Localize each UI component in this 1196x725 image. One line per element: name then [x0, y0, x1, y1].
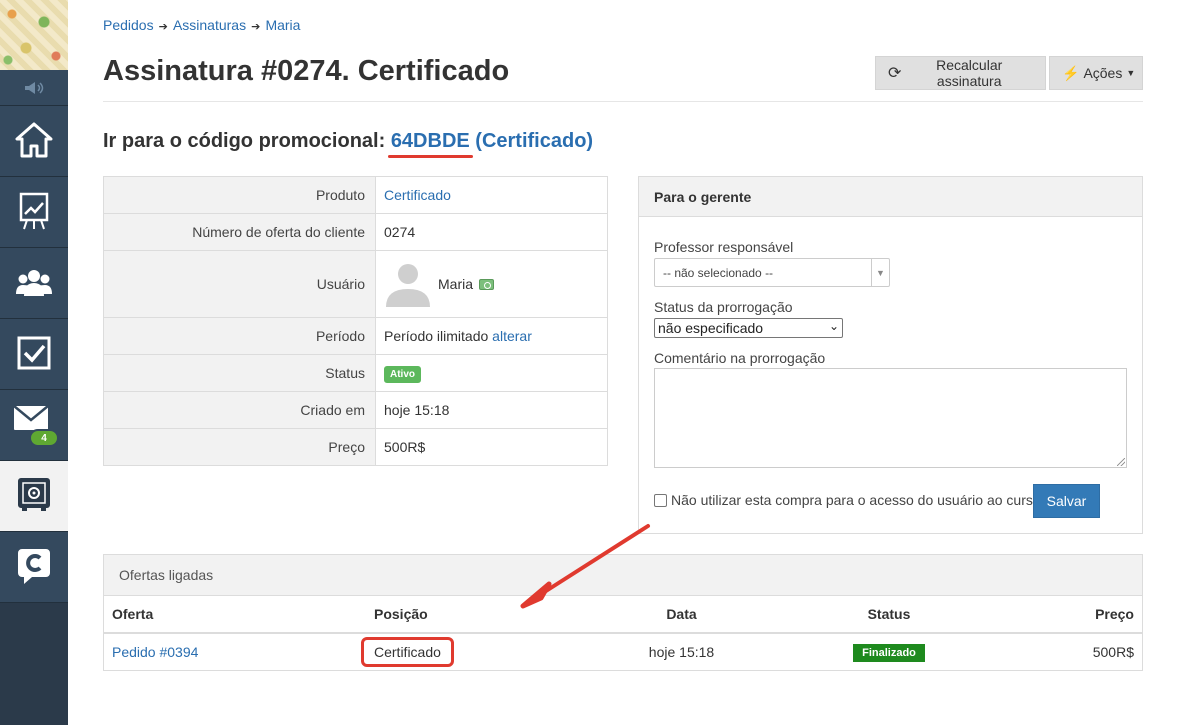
save-button[interactable]: Salvar — [1033, 484, 1100, 518]
produto-link[interactable]: Certificado — [384, 187, 451, 203]
details-row-usuario: Usuário Maria — [103, 250, 608, 318]
details-row-produto: Produto Certificado — [103, 176, 608, 214]
page-title: Assinatura #0274. Certificado — [103, 55, 510, 87]
actions-label: Ações — [1083, 65, 1123, 81]
column-status: Status — [759, 596, 1019, 634]
table-row: Pedido #0394 Certificado hoje 15:18 Fina… — [104, 633, 1142, 670]
arrow-right-icon: ➔ — [155, 21, 171, 33]
breadcrumb-assinaturas[interactable]: Assinaturas — [173, 17, 246, 33]
prorrogacao-selected-value: não especificado — [658, 320, 764, 336]
resize-grip-icon[interactable] — [1117, 458, 1125, 466]
manager-panel: Para o gerente Professor responsável -- … — [638, 176, 1143, 534]
sidebar-item-reports[interactable] — [0, 177, 68, 248]
sidebar: 4 — [0, 0, 68, 725]
professor-selected-value: -- não selecionado -- — [663, 266, 774, 280]
status-label: Status — [103, 354, 376, 392]
breadcrumb-maria[interactable]: Maria — [265, 17, 300, 33]
home-icon — [15, 122, 53, 161]
sidebar-item-sales[interactable] — [0, 461, 68, 532]
sidebar-item-chat[interactable] — [0, 532, 68, 603]
checkbox-icon — [17, 336, 51, 373]
users-icon — [15, 267, 53, 300]
prorrogacao-label: Status da prorrogação — [654, 299, 793, 315]
professor-select[interactable]: -- não selecionado -- ▼ — [654, 258, 890, 287]
data-value: hoje 15:18 — [648, 644, 715, 660]
details-row-criado: Criado em hoje 15:18 — [103, 391, 608, 429]
numero-value: 0274 — [375, 213, 608, 251]
usuario-label: Usuário — [103, 250, 376, 318]
promo-product-link[interactable]: (Certificado) — [475, 130, 593, 152]
school-logo[interactable] — [0, 0, 68, 70]
numero-label: Número de oferta do cliente — [103, 213, 376, 251]
breadcrumb-pedidos[interactable]: Pedidos — [103, 17, 154, 33]
no-access-checkbox-row: Não utilizar esta compra para o acesso d… — [654, 492, 1041, 508]
posicao-highlight: Certificado — [361, 637, 454, 667]
alterar-periodo-link[interactable]: alterar — [492, 328, 532, 344]
unread-count-badge: 4 — [29, 429, 59, 447]
periodo-label: Período — [103, 317, 376, 355]
periodo-value: Período ilimitado — [384, 328, 489, 344]
no-access-checkbox[interactable] — [654, 493, 667, 507]
column-oferta: Oferta — [104, 596, 354, 634]
recalculate-button[interactable]: ⟳ Recalcular assinatura — [875, 56, 1046, 90]
user-name-link[interactable]: Maria — [438, 276, 473, 292]
divider — [103, 101, 1143, 102]
bolt-icon: ⚡ — [1062, 64, 1080, 81]
promo-code-heading: Ir para o código promocional: 64DBDE (Ce… — [103, 130, 593, 158]
preco-value: 500R$ — [375, 428, 608, 466]
no-access-checkbox-label[interactable]: Não utilizar esta compra para o acesso d… — [671, 492, 1041, 508]
details-row-preco: Preço 500R$ — [103, 428, 608, 466]
caret-down-icon: ▼ — [1126, 68, 1136, 78]
sidebar-item-tasks[interactable] — [0, 319, 68, 390]
chart-board-icon — [19, 192, 49, 233]
sidebar-item-home[interactable] — [0, 106, 68, 177]
announcement-icon[interactable] — [0, 70, 68, 106]
pedido-link[interactable]: Pedido #0394 — [112, 644, 198, 660]
column-preco: Preço — [1019, 596, 1142, 634]
criado-value: hoje 15:18 — [375, 391, 608, 429]
subscription-details-table: Produto Certificado Número de oferta do … — [103, 176, 608, 466]
promo-code: 64DBDE — [390, 130, 470, 152]
comentario-textarea[interactable] — [654, 368, 1127, 468]
details-row-status: Status Ativo — [103, 354, 608, 392]
details-row-numero: Número de oferta do cliente 0274 — [103, 213, 608, 251]
sidebar-item-users[interactable] — [0, 248, 68, 319]
avatar[interactable] — [384, 259, 432, 310]
produto-label: Produto — [103, 176, 376, 214]
money-icon — [479, 278, 495, 290]
status-badge: Ativo — [384, 365, 421, 383]
annotation-arrow — [520, 524, 650, 609]
actions-dropdown-button[interactable]: ⚡ Ações ▼ — [1049, 56, 1143, 90]
preco-label: Preço — [103, 428, 376, 466]
preco-value: 500R$ — [1092, 644, 1134, 660]
criado-label: Criado em — [103, 391, 376, 429]
details-row-periodo: Período Período ilimitado alterar — [103, 317, 608, 355]
promo-code-link[interactable]: 64DBDE — [387, 130, 473, 158]
safe-icon — [17, 477, 51, 516]
breadcrumb: Pedidos ➔ Assinaturas ➔ Maria — [103, 17, 300, 33]
sidebar-item-messages[interactable]: 4 — [0, 390, 68, 461]
arrow-right-icon: ➔ — [248, 21, 264, 33]
posicao-value: Certificado — [374, 644, 441, 660]
refresh-icon: ⟳ — [888, 65, 902, 82]
prorrogacao-select[interactable]: não especificado ⌄ — [654, 318, 843, 338]
chevron-down-icon: ▼ — [871, 259, 889, 286]
status-badge: Finalizado — [853, 643, 925, 662]
manager-panel-title: Para o gerente — [639, 177, 1142, 217]
professor-label: Professor responsável — [654, 239, 794, 255]
chevron-down-icon: ⌄ — [828, 319, 839, 333]
comentario-label: Comentário na prorrogação — [654, 350, 826, 366]
promo-prefix: Ir para o código promocional: — [103, 130, 386, 152]
chat-c-icon — [16, 547, 52, 588]
annotation-underline — [387, 155, 473, 158]
recalculate-label: Recalcular assinatura — [936, 57, 1003, 89]
